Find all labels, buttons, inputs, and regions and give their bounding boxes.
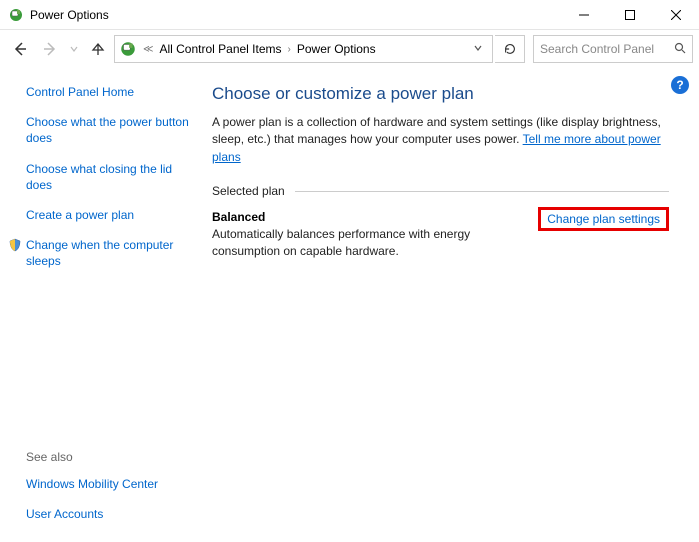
search-input[interactable]: Search Control Panel <box>533 35 693 63</box>
sidebar-link-power-button[interactable]: Choose what the power button does <box>26 114 196 146</box>
close-button[interactable] <box>653 0 699 30</box>
search-icon <box>674 42 686 57</box>
forward-button[interactable] <box>36 35 64 63</box>
divider <box>295 191 669 192</box>
breadcrumb-item[interactable]: Power Options <box>291 42 382 56</box>
window-title: Power Options <box>30 8 561 22</box>
content-area: Control Panel Home Choose what the power… <box>0 68 699 542</box>
page-heading: Choose or customize a power plan <box>212 84 669 104</box>
sidebar-link-create-plan[interactable]: Create a power plan <box>26 207 196 223</box>
power-options-icon <box>8 7 24 23</box>
help-button[interactable]: ? <box>671 76 689 94</box>
see-also: See also Windows Mobility Center User Ac… <box>26 450 196 532</box>
see-also-label: See also <box>26 450 196 464</box>
see-also-mobility-center[interactable]: Windows Mobility Center <box>26 476 196 492</box>
shield-icon <box>8 238 22 252</box>
back-button[interactable] <box>6 35 34 63</box>
minimize-button[interactable] <box>561 0 607 30</box>
recent-locations-button[interactable] <box>66 35 82 63</box>
plan-description: Automatically balances performance with … <box>212 226 538 260</box>
plan-info: Balanced Automatically balances performa… <box>212 210 538 260</box>
navigation-bar: ≪ All Control Panel Items › Power Option… <box>0 30 699 68</box>
change-plan-settings-link[interactable]: Change plan settings <box>538 207 669 231</box>
page-description: A power plan is a collection of hardware… <box>212 114 669 166</box>
maximize-button[interactable] <box>607 0 653 30</box>
up-button[interactable] <box>84 35 112 63</box>
sidebar-link-label: Change when the computer sleeps <box>26 238 173 268</box>
refresh-button[interactable] <box>495 35 525 63</box>
sidebar-link-closing-lid[interactable]: Choose what closing the lid does <box>26 161 196 193</box>
power-options-icon <box>119 40 137 58</box>
breadcrumb-dropdown[interactable] <box>468 44 488 55</box>
main-content: Choose or customize a power plan A power… <box>202 84 687 532</box>
chevron-right-icon[interactable]: ≪ <box>143 44 153 55</box>
plan-name: Balanced <box>212 210 538 224</box>
section-header: Selected plan <box>212 184 669 198</box>
help-label: ? <box>676 78 683 92</box>
sidebar-link-change-sleep[interactable]: Change when the computer sleeps <box>26 237 196 269</box>
breadcrumb-item[interactable]: All Control Panel Items <box>153 42 287 56</box>
breadcrumb[interactable]: ≪ All Control Panel Items › Power Option… <box>114 35 493 63</box>
search-placeholder: Search Control Panel <box>540 42 674 56</box>
selected-plan-label: Selected plan <box>212 184 295 198</box>
titlebar: Power Options <box>0 0 699 30</box>
see-also-user-accounts[interactable]: User Accounts <box>26 506 196 522</box>
window-controls <box>561 0 699 30</box>
sidebar: Control Panel Home Choose what the power… <box>12 84 202 532</box>
control-panel-home-link[interactable]: Control Panel Home <box>26 84 196 100</box>
plan-row: Balanced Automatically balances performa… <box>212 210 669 260</box>
